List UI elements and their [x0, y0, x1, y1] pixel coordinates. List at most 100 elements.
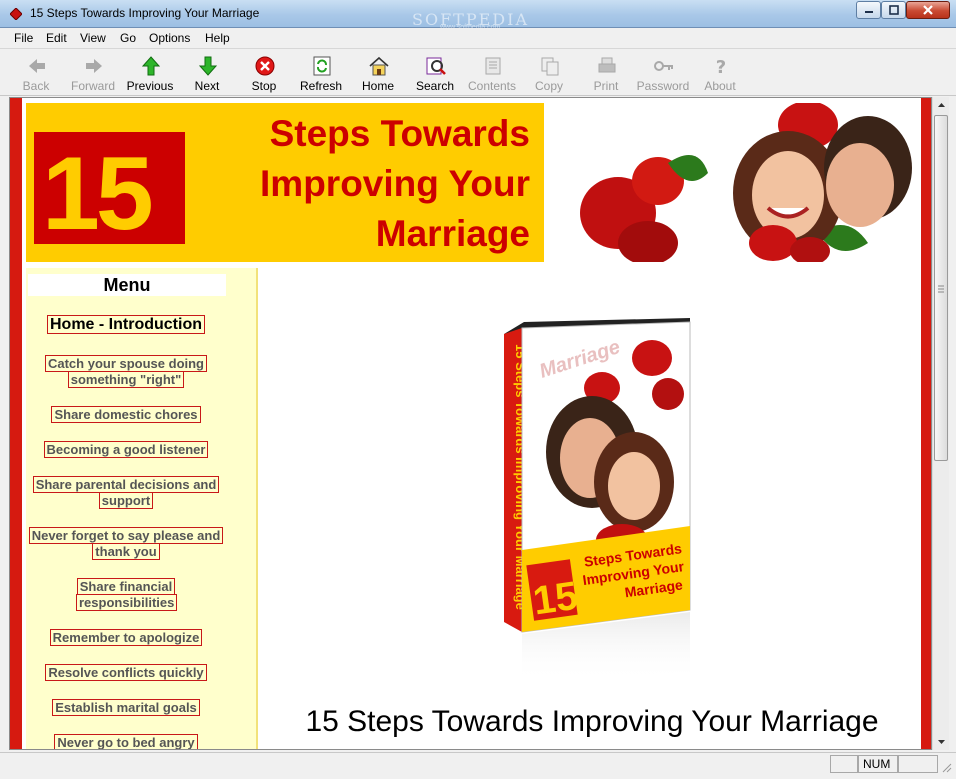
key-icon: [654, 61, 673, 71]
couple-photo: [578, 103, 916, 262]
print-label: Print: [593, 79, 619, 93]
menu-bar: File Edit View Go Options Help: [0, 28, 956, 48]
copy-label: Copy: [534, 79, 563, 93]
nav-link-label[interactable]: Resolve conflicts quickly: [45, 664, 207, 681]
banner-title: Steps Towards Improving Your Marriage: [260, 109, 530, 259]
content-pane: 15 Steps Towards Improving Your Marriage…: [9, 97, 932, 750]
nav-please-thank-you[interactable]: Never forget to say please and thank you: [26, 527, 226, 560]
nav-link-label[interactable]: Becoming a good listener: [43, 441, 209, 458]
print-button[interactable]: Print: [578, 53, 634, 95]
password-button[interactable]: Password: [635, 53, 691, 95]
status-panel-empty-2: [898, 755, 938, 773]
title-bar: 15 Steps Towards Improving Your Marriage…: [0, 0, 956, 31]
scroll-down-icon[interactable]: [933, 733, 950, 750]
svg-text:?: ?: [716, 57, 726, 77]
question-icon: ?: [716, 57, 726, 77]
nav-good-listener[interactable]: Becoming a good listener: [26, 441, 226, 458]
minimize-icon: [864, 11, 873, 13]
nav-link-label[interactable]: Catch your spouse doing something "right…: [44, 355, 207, 388]
scroll-thumb[interactable]: [934, 115, 948, 461]
left-decorative-border: [10, 98, 22, 749]
right-decorative-border: [921, 98, 931, 749]
nav-link-label[interactable]: Share financial responsibilities: [76, 578, 178, 611]
forward-button[interactable]: Forward: [65, 53, 121, 95]
search-icon: [426, 57, 446, 75]
stop-button[interactable]: Stop: [236, 53, 292, 95]
back-label: Back: [22, 79, 50, 93]
stop-label: Stop: [251, 79, 277, 93]
toolbar: Back Forward Previous Next Stop Refresh …: [0, 48, 956, 96]
copy-icon: [541, 57, 559, 76]
banner-title-line-1: Steps Towards: [269, 113, 530, 154]
nav-parental-decisions[interactable]: Share parental decisions and support: [26, 476, 226, 509]
menu-go[interactable]: Go: [120, 31, 136, 45]
next-down-arrow-icon: [198, 56, 218, 76]
forward-arrow-icon: [86, 59, 102, 73]
nav-share-domestic-chores[interactable]: Share domestic chores: [26, 406, 226, 423]
nav-home-introduction[interactable]: Home - Introduction: [36, 315, 216, 334]
contents-button[interactable]: Contents: [464, 53, 520, 95]
nav-marital-goals[interactable]: Establish marital goals: [26, 699, 226, 716]
sidebar-menu: Menu Home - Introduction Catch your spou…: [26, 268, 258, 749]
previous-up-arrow-icon: [141, 56, 161, 76]
book-cover-number: 15: [530, 574, 580, 624]
previous-button[interactable]: Previous: [122, 53, 178, 95]
menu-view[interactable]: View: [80, 31, 106, 45]
app-icon: [10, 8, 22, 20]
forward-label: Forward: [70, 79, 115, 93]
grip-icon: [938, 285, 944, 293]
refresh-button[interactable]: Refresh: [293, 53, 349, 95]
next-button[interactable]: Next: [179, 53, 235, 95]
ebook-cover-image: 15 Steps Towards Improving Your Marriage…: [504, 318, 691, 682]
copy-button[interactable]: Copy: [521, 53, 577, 95]
next-label: Next: [194, 79, 220, 93]
nav-home-label[interactable]: Home - Introduction: [47, 315, 205, 334]
nav-catch-spouse[interactable]: Catch your spouse doing something "right…: [26, 355, 226, 388]
close-button[interactable]: [906, 1, 950, 19]
banner-number-box: 15: [34, 132, 185, 252]
search-button[interactable]: Search: [407, 53, 463, 95]
maximize-button[interactable]: [881, 1, 906, 19]
home-button[interactable]: Home: [350, 53, 406, 95]
nav-link-label[interactable]: Never forget to say please and thank you: [28, 527, 224, 560]
menu-help[interactable]: Help: [205, 31, 230, 45]
resize-grip-icon[interactable]: [940, 761, 952, 773]
home-label: Home: [361, 79, 394, 93]
minimize-button[interactable]: [856, 1, 881, 19]
vertical-scrollbar[interactable]: [932, 97, 949, 750]
refresh-label: Refresh: [299, 79, 343, 93]
scroll-up-icon[interactable]: [933, 97, 950, 114]
contents-label: Contents: [467, 79, 517, 93]
banner-number: 15: [42, 136, 154, 252]
contents-icon: [485, 57, 501, 75]
banner-title-line-2: Improving Your: [260, 163, 530, 204]
status-bar: NUM: [0, 752, 956, 779]
about-button[interactable]: ? About: [692, 53, 748, 95]
print-icon: [598, 57, 616, 73]
status-num: NUM: [858, 755, 898, 773]
search-label: Search: [415, 79, 455, 93]
nav-never-bed-angry[interactable]: Never go to bed angry: [26, 734, 226, 749]
about-label: About: [704, 79, 736, 93]
header-banner: 15 Steps Towards Improving Your Marriage: [26, 103, 544, 262]
password-label: Password: [636, 79, 690, 93]
nav-resolve-conflicts[interactable]: Resolve conflicts quickly: [26, 664, 226, 681]
nav-link-label[interactable]: Share domestic chores: [51, 406, 201, 423]
stop-icon: [255, 56, 275, 76]
nav-financial-responsibilities[interactable]: Share financial responsibilities: [26, 578, 226, 611]
menu-file[interactable]: File: [14, 31, 33, 45]
banner-title-line-3: Marriage: [375, 213, 530, 254]
nav-link-label[interactable]: Remember to apologize: [49, 629, 203, 646]
nav-remember-apologize[interactable]: Remember to apologize: [26, 629, 226, 646]
menu-options[interactable]: Options: [149, 31, 190, 45]
menu-edit[interactable]: Edit: [46, 31, 67, 45]
nav-link-label[interactable]: Share parental decisions and support: [32, 476, 220, 509]
back-button[interactable]: Back: [8, 53, 64, 95]
nav-link-label[interactable]: Establish marital goals: [52, 699, 200, 716]
main-caption: 15 Steps Towards Improving Your Marriage: [305, 705, 879, 738]
home-icon: [369, 56, 389, 76]
maximize-icon: [888, 5, 899, 15]
back-arrow-icon: [29, 59, 45, 73]
nav-link-label[interactable]: Never go to bed angry: [54, 734, 198, 749]
refresh-icon: [313, 56, 331, 76]
